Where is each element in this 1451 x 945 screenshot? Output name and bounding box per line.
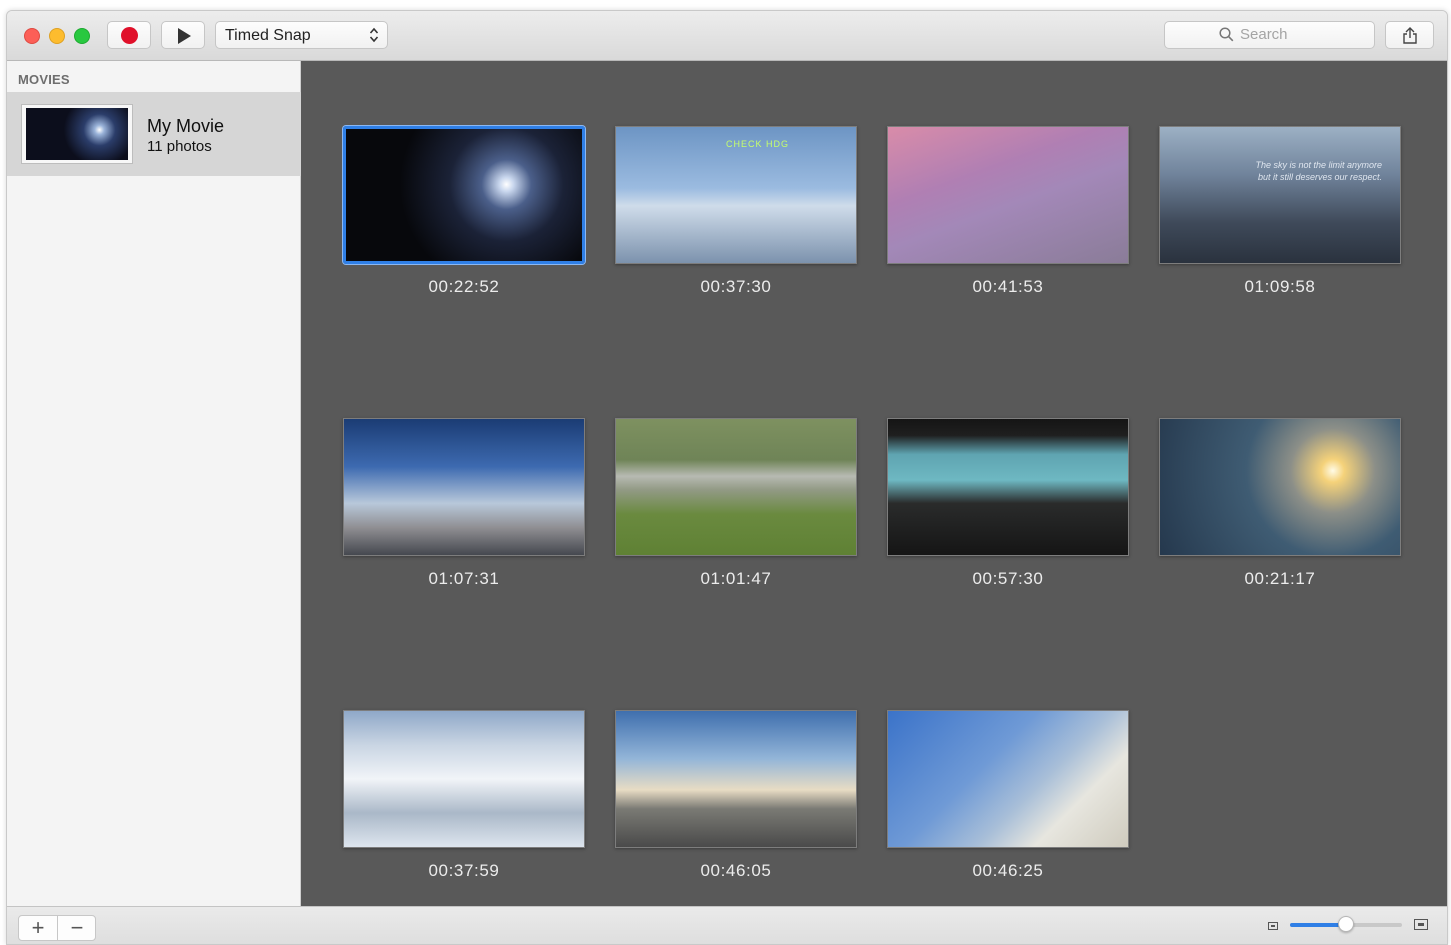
snapshot-thumbnail[interactable] [343, 126, 585, 264]
snapshot-thumbnail[interactable] [887, 710, 1129, 848]
snapshot-thumbnail[interactable] [343, 418, 585, 556]
search-icon [1219, 27, 1234, 42]
snapshot-thumbnail[interactable]: The sky is not the limit anymore but it … [1159, 126, 1401, 264]
close-window-button[interactable] [24, 28, 40, 44]
snapshot-thumbnail[interactable] [1159, 418, 1401, 556]
app-window: Timed Snap Search MOVIES My Movie 11 pho… [6, 10, 1448, 945]
sidebar: MOVIES My Movie 11 photos [7, 61, 301, 906]
snapshot-time: 00:57:30 [972, 569, 1044, 588]
toolbar: Timed Snap Search [7, 11, 1447, 61]
snapshot-time: 00:41:53 [972, 277, 1044, 296]
snapshot-time: 01:01:47 [700, 569, 772, 588]
play-icon [178, 28, 191, 44]
hud-overlay-text: CHECK HDG [726, 139, 790, 149]
snapshot-grid: 00:22:52 CHECK HDG 00:37:30 00:41:53 The… [301, 61, 1447, 906]
add-button[interactable]: + [19, 916, 57, 940]
thumbnail-size-slider[interactable] [1290, 916, 1402, 932]
zoom-out-icon[interactable] [1268, 922, 1278, 930]
snapshot-thumbnail[interactable] [887, 418, 1129, 556]
snapshot-thumbnail[interactable] [887, 126, 1129, 264]
snapshot-thumbnail[interactable] [615, 418, 857, 556]
movie-thumbnail-image [26, 108, 128, 160]
movie-thumbnail [21, 104, 133, 164]
capture-mode-label: Timed Snap [225, 27, 311, 44]
snapshot-time: 00:37:59 [428, 861, 500, 880]
snapshot-time: 01:07:31 [428, 569, 500, 588]
snapshot-thumbnail[interactable] [343, 710, 585, 848]
remove-button[interactable]: − [58, 916, 96, 940]
snapshot-time: 00:46:25 [972, 861, 1044, 880]
snapshot-time: 00:37:30 [700, 277, 772, 296]
sidebar-item-my-movie[interactable]: My Movie 11 photos [7, 92, 301, 176]
capture-mode-select[interactable]: Timed Snap [215, 21, 388, 49]
movie-photo-count: 11 photos [147, 138, 212, 155]
add-remove-control: + − [18, 915, 96, 941]
sidebar-heading: MOVIES [18, 72, 70, 87]
snapshot-time: 01:09:58 [1244, 277, 1316, 296]
share-button[interactable] [1385, 21, 1434, 49]
minimize-window-button[interactable] [49, 28, 65, 44]
movie-title: My Movie [147, 116, 225, 136]
snapshot-thumbnail[interactable]: CHECK HDG [615, 126, 857, 264]
snapshot-time: 00:21:17 [1244, 569, 1316, 588]
record-button[interactable] [107, 21, 151, 49]
bottom-bar: + − [7, 906, 1447, 944]
zoom-window-button[interactable] [74, 28, 90, 44]
search-placeholder: Search [1240, 26, 1288, 43]
share-icon [1403, 27, 1417, 44]
search-field[interactable]: Search [1164, 21, 1375, 49]
slider-knob[interactable] [1338, 916, 1354, 932]
snapshot-thumbnail[interactable] [615, 710, 857, 848]
snapshot-time: 00:46:05 [700, 861, 772, 880]
zoom-in-icon[interactable] [1414, 919, 1428, 930]
snapshot-time: 00:22:52 [428, 277, 500, 296]
quote-overlay-text: The sky is not the limit anymore but it … [1255, 160, 1382, 182]
record-icon [121, 27, 138, 44]
up-down-chevron-icon [369, 27, 379, 43]
play-button[interactable] [161, 21, 205, 49]
